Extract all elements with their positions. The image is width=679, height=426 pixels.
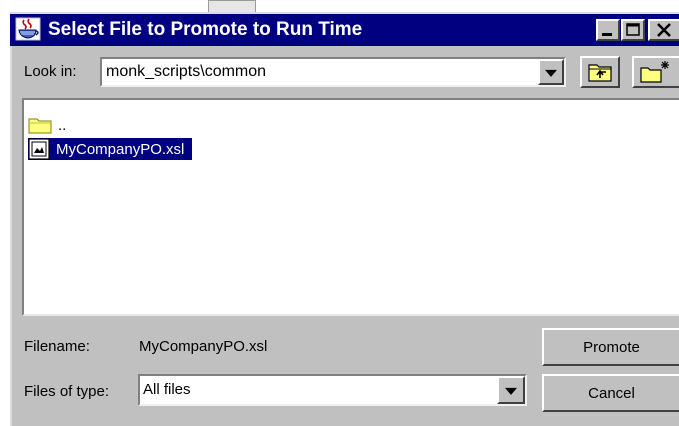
chevron-down-icon — [545, 69, 557, 77]
list-item-parent-folder[interactable]: .. — [28, 114, 66, 136]
minimize-button[interactable] — [596, 19, 620, 41]
folder-icon — [28, 118, 52, 134]
filename-value: MyCompanyPO.xsl — [139, 338, 268, 355]
up-one-level-button[interactable] — [580, 56, 620, 88]
look-in-combobox[interactable]: monk_scripts\common — [100, 57, 566, 87]
look-in-label: Look in: — [24, 63, 77, 80]
java-cup-icon — [15, 17, 41, 41]
xsl-file-icon — [28, 138, 50, 160]
files-of-type-label: Files of type: — [24, 383, 110, 400]
files-of-type-value: All files — [143, 381, 191, 398]
maximize-icon — [626, 23, 640, 36]
list-item-selected-file[interactable]: MyCompanyPO.xsl — [28, 138, 193, 160]
new-folder-icon — [640, 61, 669, 83]
file-list[interactable]: .. MyCompanyPO.xsl — [22, 98, 679, 316]
create-new-folder-button[interactable] — [632, 56, 679, 88]
filename-label: Filename: — [24, 338, 90, 355]
close-button[interactable] — [648, 19, 679, 41]
list-item-label: .. — [58, 116, 67, 134]
cancel-button[interactable]: Cancel — [542, 374, 679, 412]
files-of-type-combobox[interactable]: All files — [138, 374, 527, 406]
close-icon — [657, 23, 671, 37]
maximize-button[interactable] — [621, 19, 645, 41]
minimize-icon — [602, 33, 612, 36]
dialog-title: Select File to Promote to Run Time — [48, 19, 363, 40]
look-in-dropdown-button[interactable] — [538, 59, 564, 85]
up-folder-icon — [588, 64, 612, 82]
files-of-type-dropdown-button[interactable] — [497, 376, 525, 404]
look-in-value: monk_scripts\common — [106, 63, 267, 80]
list-item-label: MyCompanyPO.xsl — [56, 140, 185, 158]
chevron-down-icon — [505, 387, 517, 395]
promote-button[interactable]: Promote — [542, 328, 679, 366]
